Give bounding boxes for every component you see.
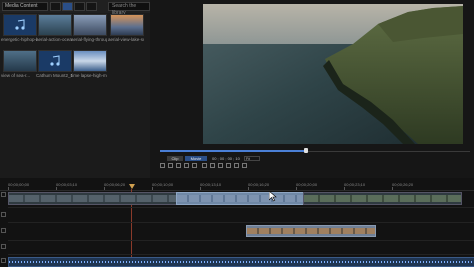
timeline-video-clip-selected[interactable] <box>176 192 305 205</box>
audio-track-icon[interactable] <box>1 258 6 263</box>
fullscreen-icon[interactable] <box>242 163 247 168</box>
stop-icon[interactable] <box>168 163 173 168</box>
video-track-icon[interactable] <box>1 192 6 197</box>
playback-scrubber[interactable] <box>303 148 308 153</box>
ruler-tick <box>344 187 345 190</box>
playhead-handle[interactable] <box>129 184 135 189</box>
library-item-caption: view of sea-r... <box>1 73 31 78</box>
media-library-panel: Media Content Search the library energet… <box>0 0 150 178</box>
library-item-caption: energetic-hiphop-b... <box>1 37 37 42</box>
library-item-6[interactable] <box>38 50 72 72</box>
undock-icon[interactable] <box>234 163 239 168</box>
timeline-ruler[interactable]: 00;00;00;00 00;00;03;10 00;00;06;20 00;00;1… <box>0 182 474 191</box>
ruler-time-label: 00;00;20;00 <box>296 182 318 187</box>
list-view-icon[interactable] <box>74 2 85 11</box>
mouse-cursor-icon <box>269 191 277 202</box>
ruler-time-label: 00;00;00;00 <box>8 182 30 187</box>
track-divider <box>8 254 474 255</box>
ruler-tick <box>104 187 105 190</box>
video-preview[interactable] <box>203 4 463 144</box>
timeline-video-clip[interactable] <box>303 192 462 205</box>
library-item-1[interactable] <box>3 14 37 36</box>
timeline-video-clip[interactable] <box>8 192 178 205</box>
timecode-display: 00 ; 00 ; 00 ; 10 <box>212 156 240 161</box>
library-search-input[interactable]: Search the library <box>108 2 150 16</box>
overlay-clip[interactable] <box>246 225 376 237</box>
ruler-time-label: 00;00;03;10 <box>56 182 78 187</box>
ruler-tick <box>296 187 297 190</box>
ruler-time-label: 00;00;26;20 <box>392 182 414 187</box>
library-item-caption: aerial-flying-through... <box>71 37 107 42</box>
movie-mode-button[interactable]: Movie <box>185 156 207 161</box>
ruler-time-label: 00;00;16;20 <box>248 182 270 187</box>
fast-forward-icon[interactable] <box>192 163 197 168</box>
music-note-icon <box>15 19 25 30</box>
play-icon[interactable] <box>160 163 165 168</box>
ruler-time-label: 00;00;13;10 <box>200 182 222 187</box>
library-item-caption: aerial-view-lake-sun... <box>108 37 144 42</box>
library-item-7[interactable] <box>73 50 107 72</box>
ruler-tick <box>56 187 57 190</box>
ruler-tick <box>8 187 9 190</box>
ruler-tick <box>248 187 249 190</box>
track-divider <box>8 207 474 208</box>
ruler-tick <box>392 187 393 190</box>
track-divider <box>8 222 474 223</box>
playback-progress <box>160 150 306 152</box>
grid-view-icon[interactable] <box>62 2 73 11</box>
ruler-tick <box>152 187 153 190</box>
library-item-caption: aerial-action-ocean... <box>36 37 72 42</box>
zoom-fit-dropdown[interactable]: Fit <box>244 156 260 161</box>
ruler-tick <box>200 187 201 190</box>
sort-icon[interactable] <box>86 2 97 11</box>
3d-icon[interactable] <box>226 163 231 168</box>
snapshot-icon[interactable] <box>202 163 207 168</box>
track-divider <box>8 240 474 241</box>
media-content-dropdown[interactable]: Media Content <box>2 2 48 11</box>
aerial-coastline-frame <box>203 4 463 144</box>
import-icon[interactable] <box>50 2 61 11</box>
volume-icon[interactable] <box>210 163 215 168</box>
music-note-icon <box>50 55 60 66</box>
prev-frame-icon[interactable] <box>176 163 181 168</box>
library-item-caption: time lapse-high-mo... <box>71 73 107 78</box>
overlay-track-icon[interactable] <box>1 228 6 233</box>
ruler-time-label: 00;00;06;20 <box>104 182 126 187</box>
next-frame-icon[interactable] <box>184 163 189 168</box>
library-item-5[interactable] <box>3 50 37 72</box>
title-track-icon[interactable] <box>1 244 6 249</box>
library-item-caption: Cathum Mount2_D... <box>36 73 72 78</box>
library-item-2[interactable] <box>38 14 72 36</box>
fx-track-icon[interactable] <box>1 212 6 217</box>
loop-icon[interactable] <box>218 163 223 168</box>
clip-mode-button[interactable]: Clip <box>167 156 183 161</box>
ruler-time-label: 00;00;10;00 <box>152 182 174 187</box>
ruler-time-label: 00;00;23;10 <box>344 182 366 187</box>
library-item-3[interactable] <box>73 14 107 36</box>
library-item-4[interactable] <box>110 14 144 36</box>
library-toolbar: Media Content Search the library <box>0 0 150 16</box>
